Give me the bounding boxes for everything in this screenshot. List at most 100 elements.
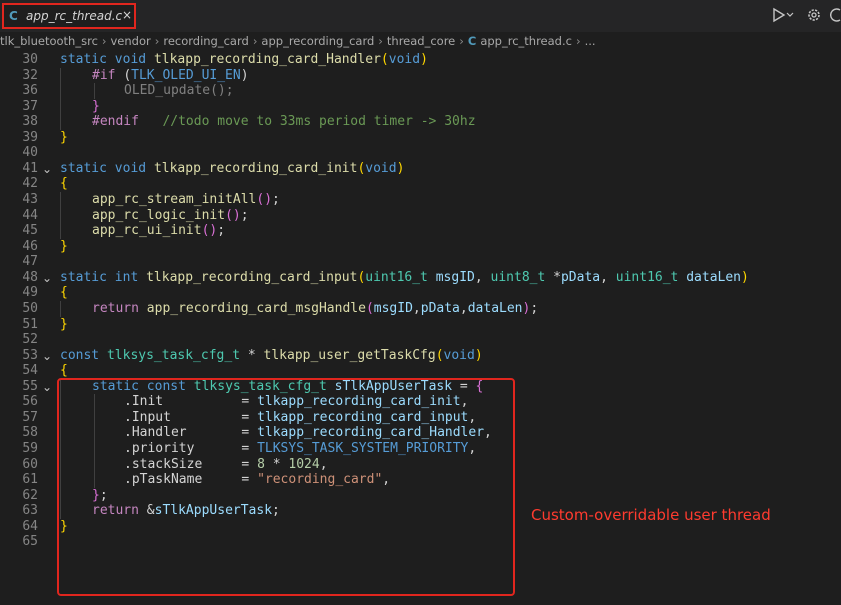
code-text: } — [60, 130, 68, 146]
code-token: app_rc_stream_initAll — [92, 192, 257, 207]
code-text: static void tlkapp_recording_card_Handle… — [60, 52, 428, 68]
code-line[interactable]: 40 — [0, 145, 841, 161]
chevron-right-icon: › — [101, 34, 107, 48]
code-line[interactable]: 50 return app_recording_card_msgHandle(ms… — [0, 301, 841, 317]
code-token: tlksys_task_cfg_t — [106, 348, 248, 363]
breadcrumb-item[interactable]: ... — [585, 34, 596, 48]
line-number: 59 — [22, 441, 38, 456]
code-token: () — [256, 192, 273, 207]
tab-app-rc-thread[interactable]: C app_rc_thread.c × — [2, 3, 136, 29]
line-number: 41 — [22, 161, 38, 176]
code-token: msgID — [435, 270, 475, 285]
fold-chevron-icon[interactable]: ⌄ — [42, 348, 52, 364]
code-line[interactable]: 52 — [0, 332, 841, 348]
code-text: const tlksys_task_cfg_t * tlkapp_user_ge… — [60, 348, 483, 364]
code-token: () — [225, 208, 241, 223]
code-text: { — [60, 285, 68, 301]
code-line[interactable]: 39} — [0, 130, 841, 146]
code-line[interactable]: 53 ⌄ const tlksys_task_cfg_t * tlkapp_user… — [0, 348, 841, 364]
line-number: 62 — [22, 488, 38, 503]
code-line[interactable]: 42 { — [0, 176, 841, 192]
code-token: , — [459, 301, 468, 316]
code-line[interactable]: 30 static void tlkapp_recording_card_Hand… — [0, 52, 841, 68]
line-number: 56 — [22, 394, 38, 409]
line-number: 60 — [22, 457, 38, 472]
code-line[interactable]: 32 #if (TLK_OLED_UI_EN) — [0, 68, 841, 84]
chevron-right-icon: › — [378, 34, 383, 48]
code-line[interactable]: 36 OLED_update(); — [0, 83, 841, 99]
breadcrumb: tlk_bluetooth_src › vendor › recording_card ›… — [0, 32, 841, 50]
code-line[interactable]: 38 #endif //todo move to 33ms period time… — [0, 114, 841, 130]
breadcrumb-item[interactable]: vendor — [111, 34, 151, 48]
code-token: uint8_t — [490, 270, 554, 285]
gear-icon[interactable] — [806, 7, 822, 27]
code-token: uint16_t — [615, 270, 687, 285]
line-number: 37 — [22, 99, 38, 114]
code-text: app_rc_stream_initAll(); — [92, 192, 280, 208]
line-number: 58 — [22, 425, 38, 440]
line-number: 42 — [22, 176, 38, 191]
code-token: dataLen — [686, 270, 742, 285]
code-token: return — [92, 301, 147, 316]
line-number: 57 — [22, 410, 38, 425]
code-token: //todo move to 33ms period timer -> 30hz — [162, 114, 476, 129]
code-text: OLED_update(); — [124, 83, 234, 99]
code-token: ( — [365, 301, 374, 316]
breadcrumb-item[interactable]: app_rc_thread.c — [480, 34, 572, 48]
indent-guide — [94, 83, 95, 99]
code-line[interactable]: 47 — [0, 254, 841, 270]
code-text: app_rc_logic_init(); — [92, 208, 249, 224]
breadcrumb-item[interactable]: app_recording_card — [261, 34, 374, 48]
code-token: , — [600, 270, 616, 285]
code-line[interactable]: 48 ⌄ static int tlkapp_recording_card_inpu… — [0, 270, 841, 286]
run-debug-icon[interactable] — [772, 7, 794, 27]
fold-chevron-icon[interactable]: ⌄ — [42, 161, 52, 177]
highlight-box — [57, 378, 515, 596]
code-token: void — [114, 52, 154, 67]
code-line[interactable]: 51} — [0, 317, 841, 333]
code-line[interactable]: 45 app_rc_ui_init(); — [0, 223, 841, 239]
line-number: 61 — [22, 472, 38, 487]
code-token: ( — [123, 68, 132, 83]
code-token: app_recording_card_msgHandle — [146, 301, 366, 316]
breadcrumb-item[interactable]: thread_core — [387, 34, 455, 48]
code-text: static void tlkapp_recording_card_init(v… — [60, 161, 404, 177]
code-token: ( — [380, 52, 389, 67]
breadcrumb-item[interactable]: tlk_bluetooth_src — [0, 34, 98, 48]
code-token: , — [412, 301, 421, 316]
code-line[interactable]: 44 app_rc_logic_init(); — [0, 208, 841, 224]
code-token: * — [247, 348, 264, 363]
code-line[interactable]: 54 { — [0, 363, 841, 379]
code-token: void — [365, 161, 397, 176]
line-number: 50 — [22, 301, 38, 316]
indent-guide — [60, 83, 61, 99]
code-text: { — [60, 363, 68, 379]
code-text: #if (TLK_OLED_UI_EN) — [92, 68, 249, 84]
tab-bar: C app_rc_thread.c × — [0, 0, 841, 32]
code-token: } — [92, 99, 100, 114]
code-token: { — [60, 176, 68, 191]
code-line[interactable]: 46} — [0, 239, 841, 255]
code-line[interactable]: 49 { — [0, 285, 841, 301]
code-text: return app_recording_card_msgHandle(msgI… — [92, 301, 538, 317]
fold-chevron-icon[interactable]: ⌄ — [42, 379, 52, 395]
line-number: 52 — [22, 332, 38, 347]
chevron-right-icon: › — [154, 34, 160, 48]
line-number: 39 — [22, 130, 38, 145]
history-icon[interactable] — [830, 7, 841, 27]
code-line[interactable]: 41 ⌄ static void tlkapp_recording_card_ini… — [0, 161, 841, 177]
code-token: uint16_t — [365, 270, 436, 285]
breadcrumb-item[interactable]: recording_card — [163, 34, 248, 48]
close-icon[interactable]: × — [122, 8, 132, 22]
code-text: } — [60, 239, 68, 255]
code-line[interactable]: 37} — [0, 99, 841, 115]
code-token: #if — [92, 68, 124, 83]
code-line[interactable]: 43 app_rc_stream_initAll(); — [0, 192, 841, 208]
line-number: 65 — [22, 534, 38, 549]
fold-chevron-icon[interactable]: ⌄ — [42, 270, 52, 286]
code-text: app_rc_ui_init(); — [92, 223, 225, 239]
line-number: 55 — [22, 379, 38, 394]
indent-guide — [60, 114, 61, 130]
code-token: tlkapp_recording_card_Handler — [153, 52, 381, 67]
